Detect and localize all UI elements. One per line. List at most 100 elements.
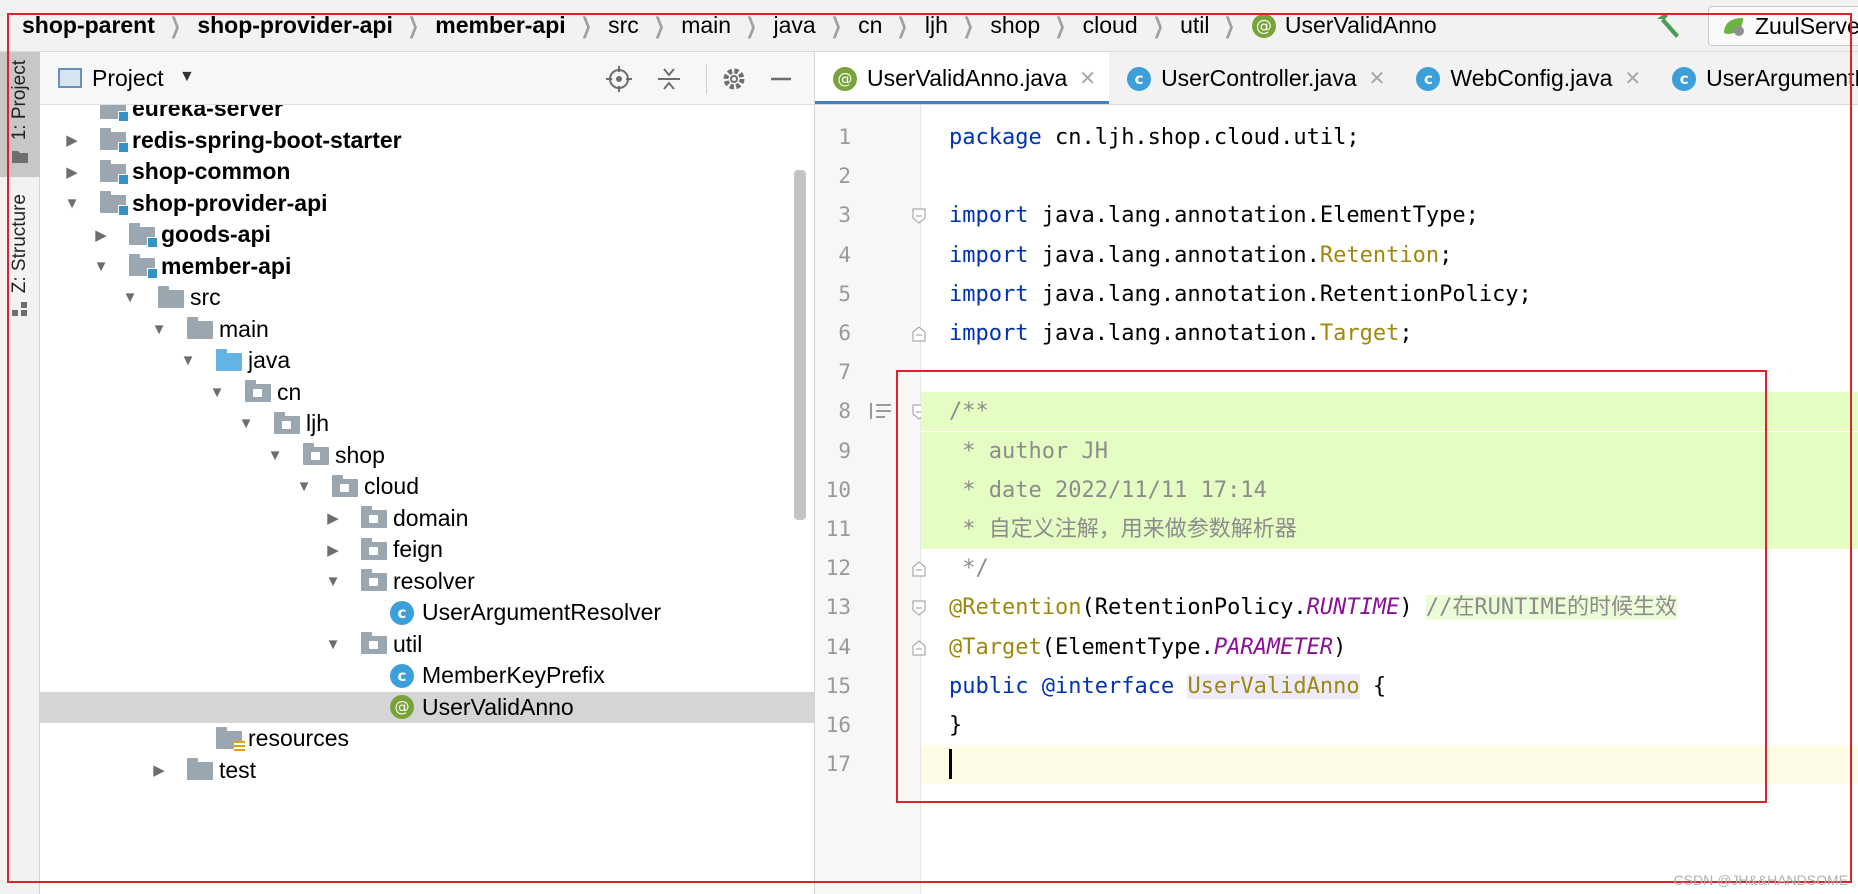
chevron-down-icon[interactable]: ▼ — [179, 68, 195, 86]
tree-node[interactable]: ▶ feign — [40, 534, 814, 566]
code-line[interactable]: import java.lang.annotation.RetentionPol… — [921, 275, 1858, 314]
tree-node[interactable]: ▼ util — [40, 629, 814, 661]
expand-arrow-down-icon[interactable]: ▼ — [178, 352, 198, 369]
collapse-all-icon[interactable] — [654, 64, 684, 94]
breadcrumb-item[interactable]: ljh ❯ — [925, 12, 990, 39]
editor-tab-label: UserValidAnno.java — [867, 65, 1068, 91]
code-line[interactable]: @Target(ElementType.PARAMETER) — [921, 628, 1858, 667]
tree-node[interactable]: ▼ main — [40, 314, 814, 346]
breadcrumb-item[interactable]: shop ❯ — [990, 12, 1082, 39]
code-line[interactable]: /** — [921, 392, 1858, 432]
tree-node[interactable]: ▼ cloud — [40, 471, 814, 503]
tree-node[interactable]: ▶ test — [40, 755, 814, 787]
code-line[interactable]: import java.lang.annotation.Retention; — [921, 236, 1858, 275]
code-line[interactable]: import java.lang.annotation.ElementType; — [921, 196, 1858, 235]
breadcrumb-item[interactable]: shop-parent ❯ — [22, 12, 197, 39]
breadcrumb-item[interactable]: util ❯ — [1180, 12, 1252, 39]
code-line[interactable]: */ — [921, 549, 1858, 588]
editor-tab[interactable]: c WebConfig.java ✕ — [1398, 52, 1654, 104]
breadcrumb-item[interactable]: java ❯ — [774, 12, 859, 39]
code-line[interactable]: * 自定义注解，用来做参数解析器 — [921, 510, 1858, 549]
breadcrumb-item[interactable]: cloud ❯ — [1083, 12, 1180, 39]
tree-node[interactable]: ▼ ljh — [40, 408, 814, 440]
run-configuration-selector[interactable]: ZuulServer — [1708, 6, 1858, 46]
code-line[interactable]: public @interface UserValidAnno { — [921, 667, 1858, 706]
tree-node[interactable]: ▶ goods-api — [40, 219, 814, 251]
resources-folder-icon — [214, 726, 245, 753]
code-line[interactable]: package cn.ljh.shop.cloud.util; — [921, 118, 1858, 157]
tree-node[interactable]: ▶ shop-common — [40, 156, 814, 188]
tree-node[interactable]: ▼ cn — [40, 377, 814, 409]
code-line[interactable]: * date 2022/11/11 17:14 — [921, 470, 1858, 510]
expand-arrow-right-icon[interactable]: ▶ — [62, 163, 82, 181]
expand-arrow-down-icon[interactable]: ▼ — [294, 478, 314, 495]
code-token: (ElementType. — [1041, 634, 1214, 660]
expand-arrow-down-icon[interactable]: ▼ — [91, 258, 111, 275]
tree-node-label: eureka-server — [132, 105, 283, 122]
code-line[interactable] — [921, 353, 1858, 392]
project-panel: Project ▼ ▶eureka-server▶redis-spring-bo… — [40, 52, 815, 894]
breadcrumb-item[interactable]: src ❯ — [608, 12, 681, 39]
tree-node[interactable]: ▼ shop-provider-api — [40, 188, 814, 220]
breadcrumb-item[interactable]: cn ❯ — [858, 12, 925, 39]
code-token: @interface — [1041, 673, 1175, 699]
expand-arrow-right-icon[interactable]: ▶ — [149, 761, 169, 779]
line-number: 15 — [825, 673, 851, 698]
folder-icon — [185, 758, 215, 782]
code-line[interactable]: import java.lang.annotation.Target; — [921, 314, 1858, 353]
expand-arrow-right-icon[interactable]: ▶ — [62, 131, 82, 149]
expand-arrow-down-icon[interactable]: ▼ — [323, 573, 343, 590]
tree-node[interactable]: ▶ redis-spring-boot-starter — [40, 125, 814, 157]
breadcrumb-item[interactable]: member-api ❯ — [435, 12, 608, 39]
project-tool-tab[interactable]: 1: Project — [0, 52, 40, 177]
close-icon[interactable]: ✕ — [1369, 66, 1386, 91]
breadcrumb-item[interactable]: shop-provider-api ❯ — [197, 12, 435, 39]
editor-tab[interactable]: @ UserValidAnno.java ✕ — [815, 52, 1110, 104]
code-token: * 自定义注解，用来做参数解析器 — [949, 517, 1297, 542]
code-line[interactable] — [921, 745, 1858, 785]
expand-arrow-down-icon[interactable]: ▼ — [207, 384, 227, 401]
close-icon[interactable]: ✕ — [1079, 66, 1096, 91]
breadcrumb-item[interactable]: main ❯ — [681, 12, 773, 39]
expand-arrow-down-icon[interactable]: ▼ — [62, 195, 82, 212]
expand-arrow-down-icon[interactable]: ▼ — [120, 289, 140, 306]
expand-arrow-right-icon[interactable]: ▶ — [323, 541, 343, 559]
toggle-rendered-view-icon[interactable] — [869, 401, 893, 421]
hide-panel-icon[interactable] — [766, 64, 796, 94]
project-panel-title[interactable]: Project — [92, 65, 164, 92]
tree-node[interactable]: ▶cUserArgumentResolver — [40, 597, 814, 629]
breadcrumb-label: main — [681, 12, 732, 38]
tree-node[interactable]: ▼ shop — [40, 440, 814, 472]
tree-node[interactable]: ▶resources — [40, 723, 814, 755]
code-area[interactable]: package cn.ljh.shop.cloud.util; import ja… — [921, 105, 1858, 894]
structure-tool-tab[interactable]: Z: Structure — [0, 190, 40, 370]
breadcrumb-item[interactable]: @ UserValidAnno — [1251, 12, 1437, 39]
expand-arrow-right-icon[interactable]: ▶ — [91, 226, 111, 244]
hammer-icon[interactable] — [1652, 10, 1684, 42]
tree-node[interactable]: ▶cMemberKeyPrefix — [40, 660, 814, 692]
code-line[interactable]: } — [921, 706, 1858, 745]
editor-tab[interactable]: c UserController.java ✕ — [1109, 52, 1398, 104]
tree-node[interactable]: ▼ src — [40, 282, 814, 314]
gear-icon[interactable] — [719, 64, 749, 94]
tree-node[interactable]: ▶ domain — [40, 503, 814, 535]
locate-icon[interactable] — [604, 64, 634, 94]
tree-node[interactable]: ▼ resolver — [40, 566, 814, 598]
code-token: */ — [949, 556, 989, 582]
code-line[interactable] — [921, 157, 1858, 196]
class-icon: c — [1127, 66, 1152, 91]
close-icon[interactable]: ✕ — [1624, 66, 1641, 91]
editor-tab[interactable]: c UserArgumentResolver.java — [1654, 52, 1858, 104]
expand-arrow-right-icon[interactable]: ▶ — [323, 509, 343, 527]
tree-node[interactable]: ▼ java — [40, 345, 814, 377]
tree-node[interactable]: ▶eureka-server — [40, 105, 814, 125]
code-line[interactable]: @Retention(RetentionPolicy.RUNTIME) //在R… — [921, 588, 1858, 627]
expand-arrow-down-icon[interactable]: ▼ — [149, 321, 169, 338]
expand-arrow-down-icon[interactable]: ▼ — [236, 415, 256, 432]
expand-arrow-down-icon[interactable]: ▼ — [323, 636, 343, 653]
expand-arrow-down-icon[interactable]: ▼ — [265, 447, 285, 464]
project-tree-scrollbar[interactable] — [794, 170, 806, 520]
code-line[interactable]: * author JH — [921, 431, 1858, 471]
tree-node[interactable]: ▶@UserValidAnno — [40, 691, 814, 723]
tree-node[interactable]: ▼ member-api — [40, 251, 814, 283]
